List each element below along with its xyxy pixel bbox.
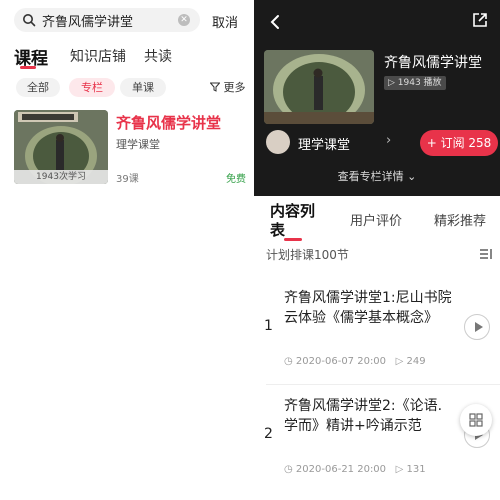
tab-reading[interactable]: 共读 [144,46,172,66]
avatar [266,130,290,154]
tab-recommended[interactable]: 精彩推荐 [434,210,486,229]
lesson-title: 齐鲁风儒学讲堂1:尼山书院云体验《儒学基本概念》 [284,290,452,326]
chevron-right-icon: › [386,133,392,148]
hero-header: 齐鲁风儒学讲堂 ▷ 1943 播放 理学课堂 › + 订阅 258 查看专栏详情… [254,0,500,196]
filter-chips: 全部 专栏 单课 更多 [16,78,250,98]
hero-image [264,50,374,124]
detail-tabs: 内容列表 用户评价 精彩推荐 [254,196,500,241]
lesson-count: 39课 [116,174,139,185]
clock-icon: ◷ [284,464,293,475]
chip-all[interactable]: 全部 [16,78,60,97]
price-badge: 免费 [226,174,246,185]
list-item[interactable]: 1 齐鲁风儒学讲堂1:尼山书院云体验《儒学基本概念》 ◷ 2020-06-07 … [254,288,500,388]
learners-tag: 1943次学习 [14,170,108,184]
active-tab-indicator [20,66,36,69]
cancel-button[interactable]: 取消 [212,12,238,31]
search-query: 齐鲁风儒学讲堂 [42,15,134,30]
lesson-meta: ◷ 2020-06-07 20:00 ▷ 249 [284,356,426,367]
share-icon[interactable] [472,12,488,28]
clear-icon[interactable]: ✕ [178,14,190,26]
search-icon [23,14,36,27]
back-icon[interactable] [268,14,282,30]
grid-icon [469,413,483,427]
play-count-icon: ▷ [395,464,404,475]
chevron-down-icon: ⌄ [407,170,417,183]
lesson-plays: 249 [406,356,426,367]
lesson-number: 1 [264,318,273,334]
course-detail-panel: 齐鲁风儒学讲堂 ▷ 1943 播放 理学课堂 › + 订阅 258 查看专栏详情… [254,0,500,500]
grid-menu-button[interactable] [460,404,492,436]
search-results-panel: 齐鲁风儒学讲堂 ✕ 取消 课程 知识店铺 共读 全部 专栏 单课 更多 1943… [0,0,252,500]
screen: 齐鲁风儒学讲堂 ✕ 取消 课程 知识店铺 共读 全部 专栏 单课 更多 1943… [0,0,500,500]
sort-icon[interactable] [480,248,492,260]
play-button[interactable] [464,314,490,340]
chip-single[interactable]: 单课 [120,78,166,97]
course-title: 齐鲁风儒学讲堂 [116,114,222,132]
lesson-plays: 131 [406,464,426,475]
subscribe-button[interactable]: + 订阅 258 [420,130,498,156]
search-input[interactable]: 齐鲁风儒学讲堂 ✕ [14,8,200,32]
plan-label: 计划排课100节 [266,248,349,262]
more-filter-button[interactable]: 更多 [210,79,246,95]
tab-content-list[interactable]: 内容列表 [270,202,326,240]
active-tab-indicator [284,238,302,241]
play-count: ▷ 1943 播放 [384,76,446,90]
lesson-title: 齐鲁风儒学讲堂2:《论语.学而》精讲+吟诵示范 [284,398,443,434]
lesson-meta: ◷ 2020-06-21 20:00 ▷ 131 [284,464,426,475]
more-label: 更多 [223,81,246,94]
hero-title: 齐鲁风儒学讲堂 [384,55,482,71]
lesson-number: 2 [264,426,273,442]
lesson-date: 2020-06-21 20:00 [295,464,387,475]
play-count-value: 1943 播放 [397,78,442,88]
chip-column[interactable]: 专栏 [69,78,115,97]
hero-thumbnail [264,50,374,124]
course-thumbnail: 1943次学习 [14,110,108,184]
view-details-link[interactable]: 查看专栏详情 ⌄ [254,168,500,184]
lesson-date: 2020-06-07 20:00 [295,356,387,367]
details-label: 查看专栏详情 [337,170,404,183]
course-channel: 理学课堂 [116,138,160,151]
course-card[interactable]: 1943次学习 齐鲁风儒学讲堂 理学课堂 39课 免费 [14,110,248,186]
clock-icon: ◷ [284,356,293,367]
channel-name: 理学课堂 [298,138,351,153]
filter-icon [210,82,220,92]
play-count-icon: ▷ [395,356,404,367]
divider [266,384,500,385]
tab-shops[interactable]: 知识店铺 [70,46,126,66]
tab-reviews[interactable]: 用户评价 [350,210,402,229]
search-bar: 齐鲁风儒学讲堂 ✕ 取消 [14,8,248,34]
